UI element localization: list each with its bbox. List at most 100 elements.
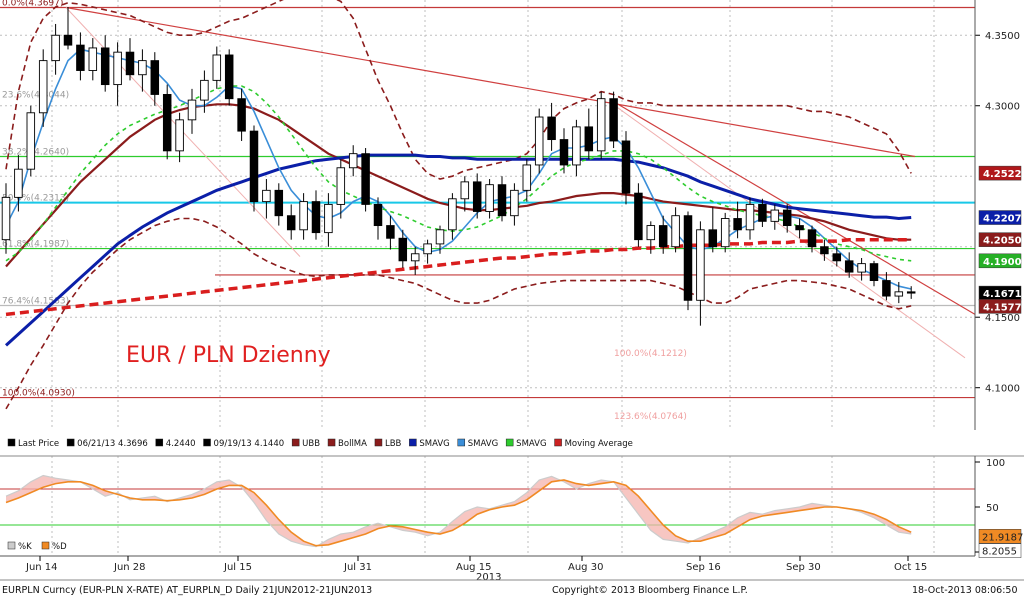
chart-title: EUR / PLN Dzienny <box>126 343 331 368</box>
fibonacci-label: 23.6%(4.3044) <box>2 91 69 101</box>
candle-body <box>584 126 594 152</box>
legend-item-label: Last Price <box>18 439 59 449</box>
fibonacci-label: 38.2%(4.2640) <box>2 147 69 157</box>
candle-body <box>274 189 284 217</box>
candle-body <box>460 181 470 200</box>
footer-timestamp: 18-Oct-2013 08:06:50 <box>912 585 1018 596</box>
candle-body <box>398 237 408 262</box>
candle-body <box>125 51 135 76</box>
candle-body <box>770 209 780 222</box>
osc-axis-label: 50 <box>986 503 999 514</box>
eurpln-chart: 0.0%(4.3697) 23.6%(4.3044) 38.2%(4.2640) 50… <box>0 0 1024 597</box>
candle-body <box>720 218 730 248</box>
legend-item-label: 4.2440 <box>166 439 196 449</box>
candle-body <box>150 60 160 95</box>
cross-icon <box>155 438 164 447</box>
candle-body <box>596 98 606 152</box>
candle-body <box>249 130 259 203</box>
line-icon <box>374 438 383 447</box>
box-icon <box>409 438 417 447</box>
box-icon <box>457 438 466 447</box>
candle-body <box>175 119 184 152</box>
candle-body <box>472 181 482 212</box>
candle-body <box>658 225 668 248</box>
candle-body <box>187 99 197 121</box>
candle-body <box>671 215 680 248</box>
x-axis-label: Sep 30 <box>786 562 821 573</box>
candle-body <box>348 153 358 169</box>
candle-body <box>634 192 643 241</box>
candle-body <box>894 291 904 297</box>
osc-legend-label: %K <box>18 542 32 552</box>
candle-body <box>497 184 507 217</box>
osc-legend-label: %D <box>52 542 67 552</box>
candle-body <box>138 60 147 76</box>
price-axis-label: 4.3500 <box>985 31 1020 42</box>
candle-body <box>708 229 718 248</box>
legend-item-label: BollMA <box>338 439 367 449</box>
candle-body <box>373 203 383 227</box>
price-tag-value: 4.2522 <box>983 169 1022 180</box>
candle-body <box>832 253 842 262</box>
high-marker-icon <box>66 438 75 447</box>
chart-window: 0.0%(4.3697) 23.6%(4.3044) 38.2%(4.2640) 50… <box>0 0 1024 597</box>
x-axis-label: Jul 15 <box>223 562 252 573</box>
candle-icon <box>7 438 16 447</box>
price-tag-value: 4.1671 <box>983 289 1022 300</box>
price-axis-label: 4.1000 <box>985 384 1020 395</box>
line-icon <box>291 438 300 447</box>
candle-body <box>336 167 346 205</box>
candle-body <box>386 225 395 239</box>
x-axis-label: Jun 28 <box>113 562 146 573</box>
candle-body <box>559 139 569 166</box>
candle-body <box>76 44 85 71</box>
candle-body <box>782 209 792 227</box>
candle-body <box>237 98 246 132</box>
legend-item-label: SMAVG <box>419 439 449 449</box>
candle-body <box>609 98 618 142</box>
osc-tag-value: 8.2055 <box>982 547 1017 558</box>
candle-body <box>448 198 457 231</box>
candle-body <box>423 243 432 255</box>
candle-body <box>882 280 891 297</box>
candle-body <box>286 215 296 231</box>
candle-body <box>522 164 532 191</box>
candle-body <box>510 189 519 217</box>
x-axis-year-label: 2013 <box>476 572 501 583</box>
candle-body <box>1 196 11 241</box>
candle-body <box>212 54 222 81</box>
candle-body <box>733 218 742 231</box>
candle-body <box>572 126 581 166</box>
candle-body <box>63 34 73 46</box>
candle-body <box>646 225 656 241</box>
fibonacci-label: 61.8%(4.1987) <box>2 240 69 250</box>
price-axis-label: 4.1500 <box>985 313 1020 324</box>
footer-instrument: EURPLN Curncy (EUR-PLN X-RATE) AT_EURPLN… <box>2 585 372 596</box>
footer-copyright: Copyright© 2013 Bloomberg Finance L.P. <box>552 585 748 596</box>
legend-item-label: Moving Average <box>565 439 633 449</box>
candle-body <box>324 203 333 234</box>
candle-body <box>795 225 804 231</box>
legend-item-label: 09/19/13 4.1440 <box>214 439 285 449</box>
osc-legend-icon <box>41 541 50 550</box>
fibonacci-label: 50.0%(4.2313) <box>2 194 69 204</box>
x-axis-label: Jun 14 <box>25 562 58 573</box>
fibonacci-label: 0.0%(4.3697) <box>2 0 63 8</box>
candle-body <box>299 201 308 231</box>
price-tag-value: 4.1900 <box>983 257 1022 268</box>
candle-body <box>869 263 879 282</box>
candle-body <box>410 253 420 262</box>
candle-body <box>534 116 544 166</box>
x-axis-label: Jul 31 <box>343 562 372 573</box>
candle-body <box>262 189 271 203</box>
fibonacci-label: 100.0%(4.1212) <box>614 349 687 359</box>
candle-body <box>100 47 110 86</box>
candle-body <box>88 47 98 71</box>
x-axis-label: Aug 30 <box>568 562 603 573</box>
osc-tag-value: 21.9187 <box>982 532 1023 543</box>
candle-body <box>200 79 209 101</box>
candle-body <box>696 229 705 301</box>
candle-body <box>807 229 817 248</box>
price-axis-label: 4.3000 <box>985 102 1020 113</box>
candle-body <box>51 34 60 62</box>
